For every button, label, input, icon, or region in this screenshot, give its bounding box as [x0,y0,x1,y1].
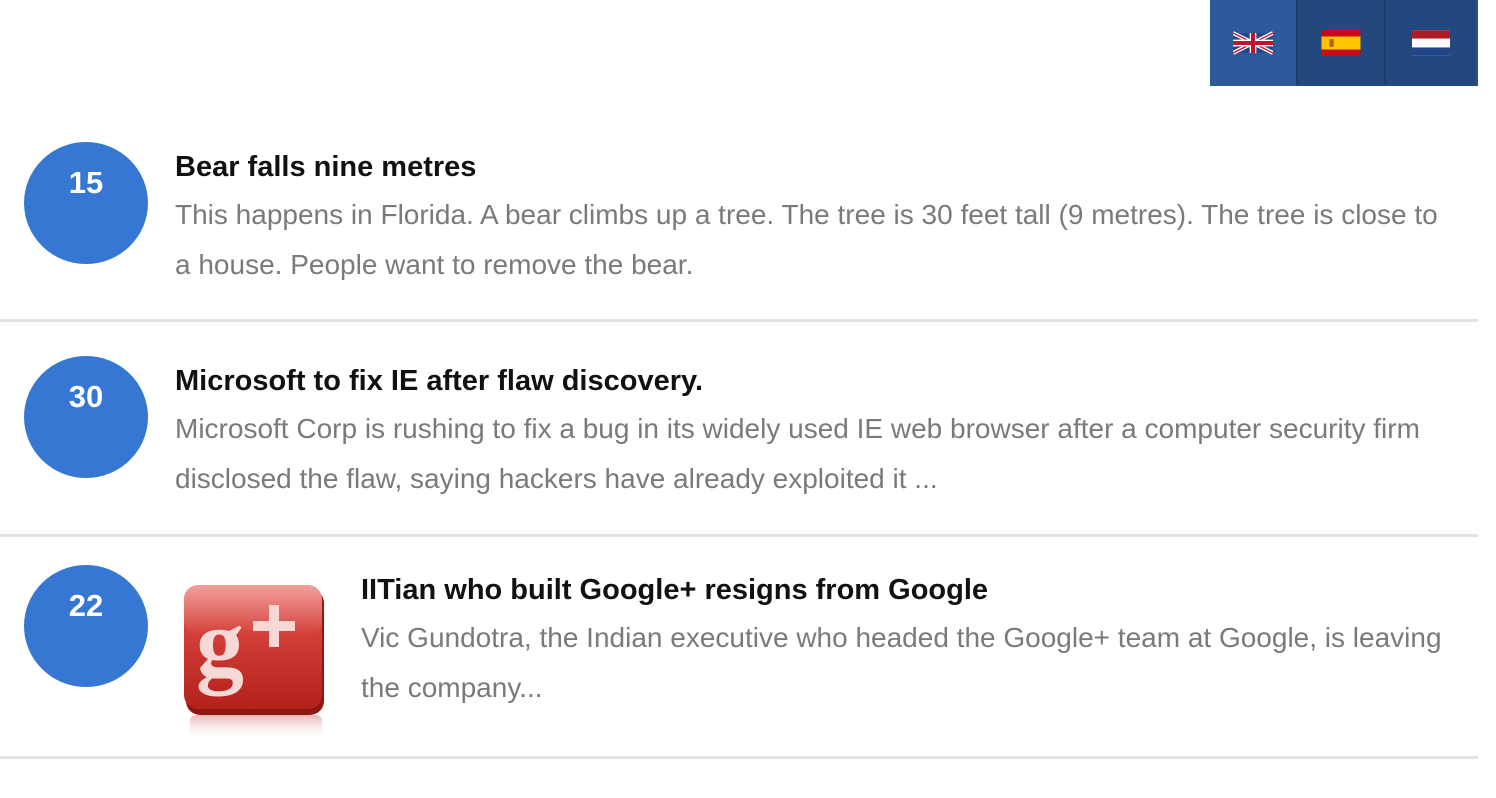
news-item[interactable]: 30 Microsoft to fix IE after flaw discov… [0,322,1478,537]
news-item[interactable]: 22 g IITian who built Google+ resigns fr… [0,537,1478,759]
news-description: Microsoft Corp is rushing to fix a bug i… [175,413,1420,494]
news-item-body: IITian who built Google+ resigns from Go… [361,573,1461,713]
netherlands-flag-icon [1412,30,1450,56]
news-description: This happens in Florida. A bear climbs u… [175,199,1438,280]
language-button-spanish[interactable] [1298,0,1386,86]
news-item-body: Microsoft to fix IE after flaw discovery… [175,364,1455,504]
language-switcher [1210,0,1478,86]
news-item[interactable]: 15 Bear falls nine metres This happens i… [0,120,1478,322]
language-button-dutch[interactable] [1386,0,1476,86]
view-count-badge: 15 [24,142,148,264]
news-title[interactable]: Microsoft to fix IE after flaw discovery… [175,364,1455,398]
uk-flag-icon [1233,31,1273,55]
google-plus-logo-icon[interactable]: g [178,583,338,743]
spain-flag-icon [1321,30,1361,56]
news-list: 15 Bear falls nine metres This happens i… [0,120,1478,759]
news-item-body: Bear falls nine metres This happens in F… [175,150,1455,290]
news-title[interactable]: Bear falls nine metres [175,150,1455,184]
view-count-badge: 30 [24,356,148,478]
news-title[interactable]: IITian who built Google+ resigns from Go… [361,573,1461,607]
language-button-english[interactable] [1210,0,1298,86]
news-description: Vic Gundotra, the Indian executive who h… [361,622,1442,703]
svg-text:g: g [196,589,244,696]
page: 15 Bear falls nine metres This happens i… [0,0,1496,798]
view-count-badge: 22 [24,565,148,687]
